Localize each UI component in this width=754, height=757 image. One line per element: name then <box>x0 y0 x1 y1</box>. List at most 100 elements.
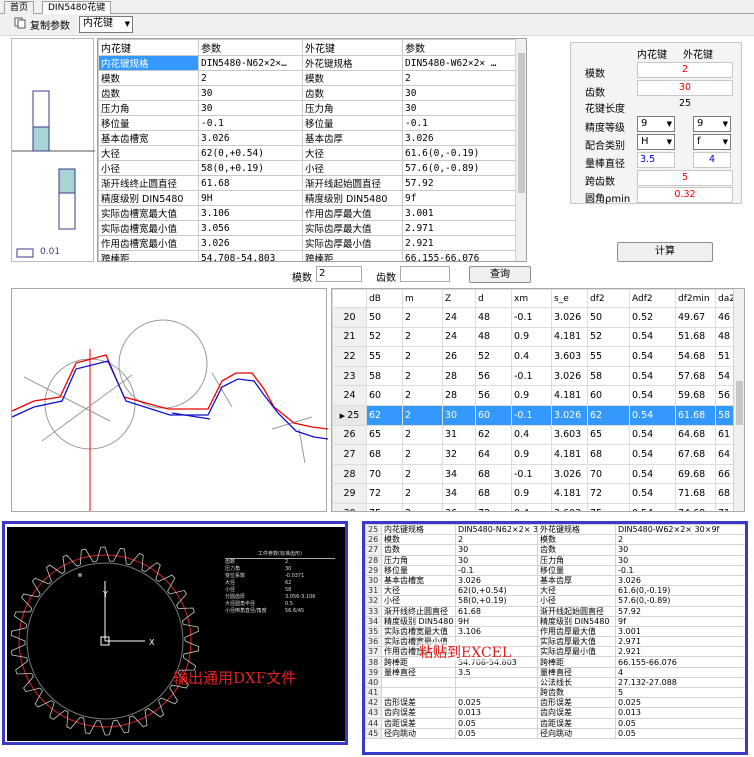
excel-cell[interactable]: 外花键规格 <box>537 524 616 536</box>
parameter-cell[interactable]: 精度级别 DIN5480 <box>302 190 403 206</box>
table-cell[interactable]: 3.026 <box>551 365 588 387</box>
excel-cell[interactable]: 齿数 <box>537 544 616 556</box>
table-cell[interactable]: 2 <box>402 502 443 511</box>
excel-cell[interactable]: 0.025 <box>455 697 538 709</box>
excel-row[interactable]: 33 渐开线终止圆直径 61.68 渐开线起始圆直径 57.92 <box>365 605 745 617</box>
excel-cell[interactable]: 0.05 <box>455 727 538 739</box>
excel-cell[interactable]: 齿向误差 <box>537 707 616 719</box>
parameter-cell[interactable]: 30 <box>402 100 517 116</box>
row-header[interactable]: 30 <box>332 502 367 511</box>
table-cell[interactable]: 2 <box>402 346 443 367</box>
table-cell[interactable]: 0.54 <box>629 424 676 446</box>
table-cell[interactable]: 55 <box>587 346 630 367</box>
table-row[interactable]: 3075236720.43.603750.5474.6871 <box>332 502 736 511</box>
table-cell[interactable]: 51.68 <box>675 326 716 348</box>
excel-cell[interactable]: -0.1 <box>455 564 538 576</box>
parameter-row[interactable]: 精度级别 DIN5480 9H 精度级别 DIN5480 9f <box>98 190 517 206</box>
table-cell[interactable]: 0.4 <box>511 424 552 446</box>
excel-cell[interactable]: 58(0,+0.19) <box>455 595 538 607</box>
parameter-cell[interactable]: 3.106 <box>198 205 303 221</box>
table-cell[interactable]: 52 <box>587 326 630 348</box>
table-row[interactable]: 20 50 2 24 48 -0.1 3.026 50 0.52 49.67 46 <box>332 307 736 328</box>
parameter-cell[interactable]: 渐开线终止圆直径 <box>98 175 199 191</box>
parameter-cell[interactable]: 作用齿厚最大值 <box>302 205 403 221</box>
excel-cell[interactable]: 2.971 <box>615 636 745 648</box>
table-cell[interactable]: -0.1 <box>511 365 552 387</box>
table-cell[interactable]: 48 <box>475 326 512 348</box>
excel-cell[interactable]: 径向跳动 <box>381 727 456 739</box>
table-cell[interactable]: 56 <box>475 365 512 387</box>
excel-cell[interactable]: 30 <box>455 554 538 566</box>
table-cell[interactable]: 30 <box>442 404 476 426</box>
parameter-cell[interactable]: -0.1 <box>198 115 303 131</box>
excel-cell[interactable]: 3.026 <box>455 574 538 587</box>
excel-row[interactable]: 31 大径 62(0,+0.54) 大径 61.6(0,-0.19) <box>365 585 745 597</box>
copy-params-button[interactable]: 复制参数 <box>30 17 70 32</box>
excel-cell[interactable] <box>381 676 456 689</box>
column-header[interactable]: 外花键 <box>302 39 403 56</box>
excel-cell[interactable]: 跨棒距 <box>537 656 616 668</box>
module-input[interactable]: 2 <box>637 62 733 78</box>
excel-row[interactable]: 34 精度级别 DIN5480 9H 精度级别 DIN5480 9f <box>365 615 745 627</box>
column-header[interactable]: xm <box>511 289 552 308</box>
excel-cell[interactable]: 内花键规格 <box>381 524 456 536</box>
excel-cell[interactable]: DIN5480-N62×2× 30 <box>455 524 538 536</box>
parameter-cell[interactable]: 模数 <box>98 70 199 86</box>
table-cell[interactable]: 72 <box>587 483 630 504</box>
table-cell[interactable]: 2 <box>402 424 443 446</box>
excel-cell[interactable]: 61.6(0,-0.19) <box>615 585 745 597</box>
table-cell[interactable]: 62 <box>475 424 512 446</box>
table-cell[interactable]: 2 <box>402 326 443 348</box>
excel-cell[interactable]: 齿形误差 <box>537 697 616 709</box>
excel-row[interactable]: 41 跨齿数 5 <box>365 686 745 699</box>
parameter-cell[interactable]: 62(0,+0.54) <box>198 145 303 161</box>
excel-cell[interactable]: 2 <box>615 534 745 546</box>
parameter-cell[interactable]: 大径 <box>302 145 403 161</box>
excel-cell[interactable]: 基本齿厚 <box>537 574 616 587</box>
excel-cell[interactable]: 9H <box>455 615 538 627</box>
parameter-cell[interactable]: 移位量 <box>98 115 199 131</box>
parameter-cell[interactable]: 61.6(0,-0.19) <box>402 145 517 161</box>
table-cell[interactable]: 64.68 <box>675 424 716 446</box>
table-cell[interactable]: 0.54 <box>629 346 676 367</box>
excel-row[interactable]: 26 模数 2 模数 2 <box>365 534 745 546</box>
excel-cell[interactable] <box>381 686 456 699</box>
table-cell[interactable]: 75 <box>587 502 630 511</box>
parameter-cell[interactable]: 实际齿厚最大值 <box>302 220 403 236</box>
table-cell[interactable]: 3.603 <box>551 424 588 446</box>
table-cell[interactable]: 0.54 <box>629 365 676 387</box>
column-header[interactable]: d <box>475 289 512 308</box>
column-header[interactable]: 内花键 <box>98 39 199 56</box>
excel-cell[interactable]: 渐开线起始圆直径 <box>537 605 616 617</box>
parameter-cell[interactable]: 3.001 <box>402 205 517 221</box>
excel-cell[interactable]: 3.5 <box>455 666 538 678</box>
excel-cell[interactable]: 量棒直径 <box>537 666 616 678</box>
excel-cell[interactable]: 4 <box>615 666 745 678</box>
table-cell[interactable]: 24 <box>442 307 476 328</box>
excel-row[interactable]: 42 齿形误差 0.025 齿形误差 0.025 <box>365 697 745 709</box>
parameter-cell[interactable]: 外花键规格 <box>302 55 403 71</box>
parameter-cell[interactable]: 61.68 <box>198 175 303 191</box>
parameter-cell[interactable]: 内花键规格 <box>98 55 199 71</box>
excel-cell[interactable]: 精度级别 DIN5480 <box>537 615 616 627</box>
parameter-cell[interactable]: 大径 <box>98 145 199 161</box>
table-cell[interactable]: 68 <box>587 444 630 465</box>
excel-row[interactable]: 29 移位量 -0.1 移位量 -0.1 <box>365 564 745 576</box>
parameter-cell[interactable]: 实际齿厚最小值 <box>302 235 403 251</box>
excel-cell[interactable]: 9f <box>615 615 745 627</box>
table-row[interactable]: 24 60 2 28 56 0.9 4.181 60 0.54 59.68 56 <box>332 385 736 406</box>
excel-cell[interactable]: 62(0,+0.54) <box>455 585 538 597</box>
parameter-cell[interactable]: 移位量 <box>302 115 403 131</box>
excel-row[interactable]: 25 内花键规格 DIN5480-N62×2× 30 外花键规格 DIN5480-W62… <box>365 524 745 536</box>
parameter-cell[interactable]: 作用齿槽宽最小值 <box>98 235 199 251</box>
parameter-row[interactable]: 作用齿槽宽最小值 3.026 实际齿厚最小值 2.921 <box>98 235 517 251</box>
parameter-cell[interactable]: 2 <box>198 70 303 86</box>
table-cell[interactable]: 49.67 <box>675 307 716 328</box>
parameter-cell[interactable]: 跨棒距 <box>302 250 403 261</box>
excel-cell[interactable]: 3.106 <box>455 625 538 638</box>
table-cell[interactable]: 62 <box>587 404 630 426</box>
excel-cell[interactable]: 30 <box>455 544 538 556</box>
inner-fit-select[interactable]: H ▼ <box>637 134 675 150</box>
parameter-row[interactable]: 实际齿槽宽最大值 3.106 作用齿厚最大值 3.001 <box>98 205 517 221</box>
excel-cell[interactable]: 量棒直径 <box>381 666 456 678</box>
